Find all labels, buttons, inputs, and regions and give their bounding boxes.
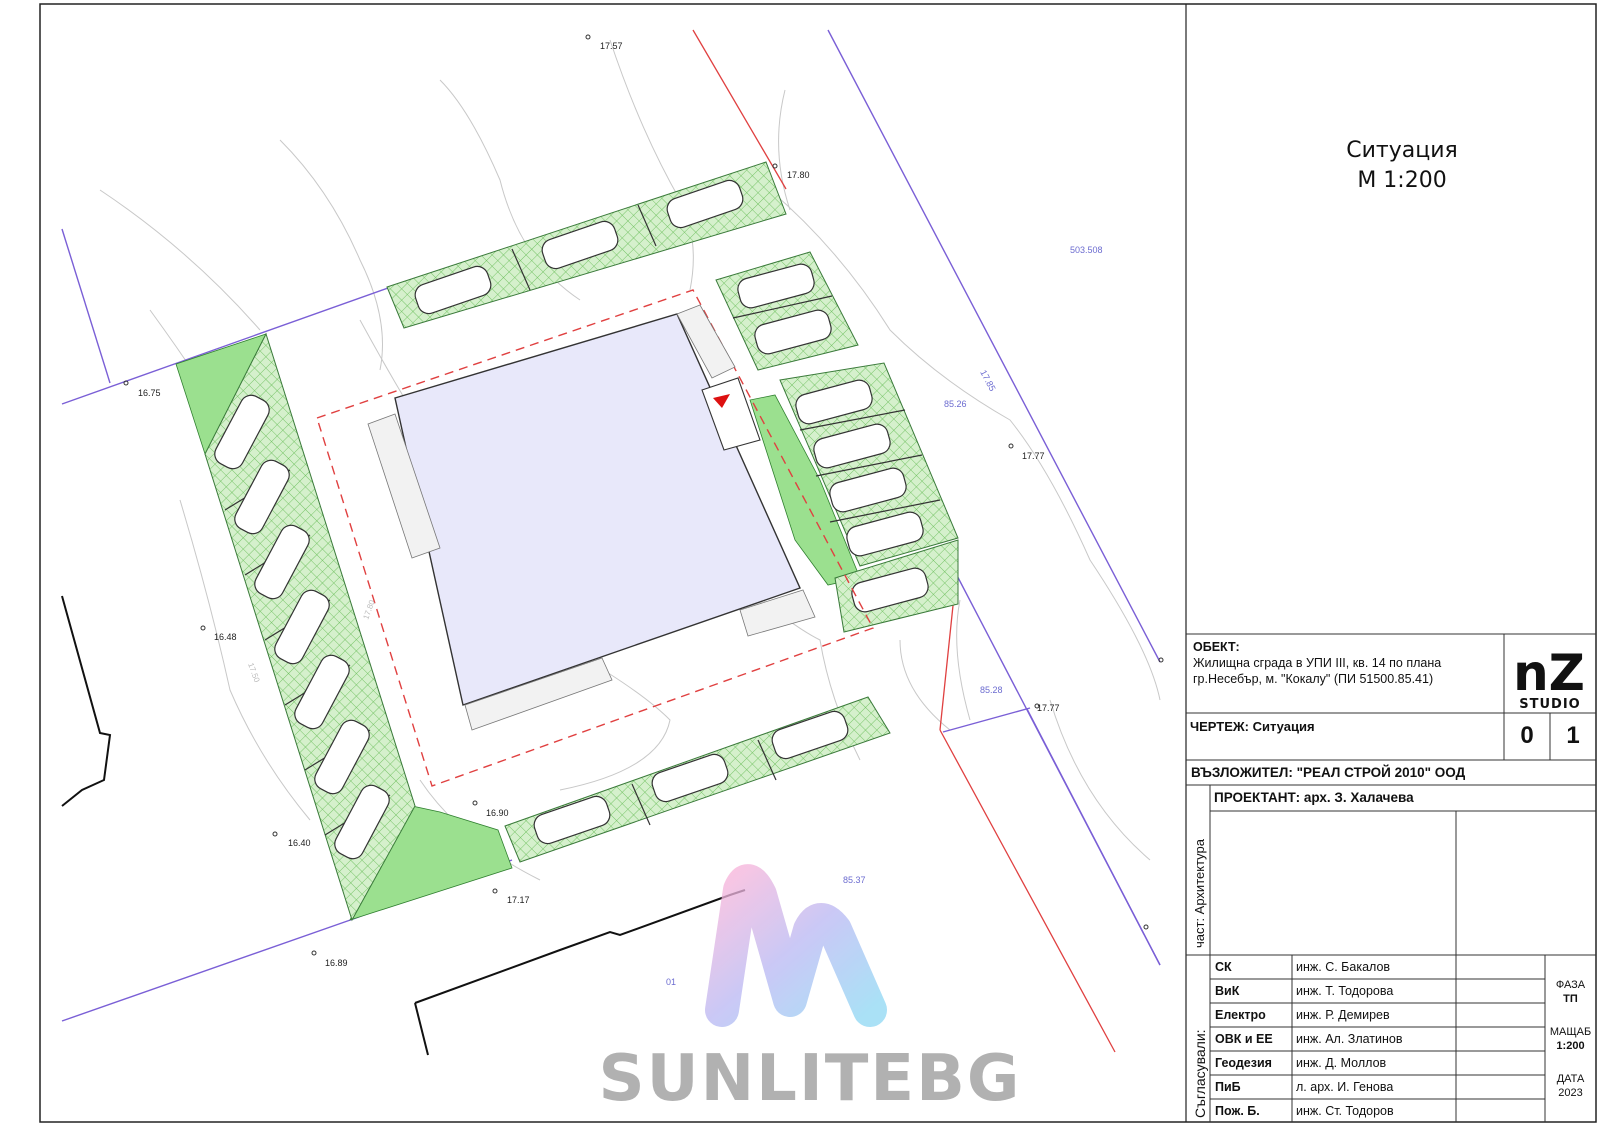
client: ВЪЗЛОЖИТЕЛ: "РЕАЛ СТРОЙ 2010" ООД — [1191, 765, 1466, 780]
scale-label: МАЩАБ — [1549, 1026, 1592, 1038]
approval-name: инж. Т. Тодорова — [1296, 984, 1394, 998]
contour-label: 17.80 — [361, 598, 376, 620]
approval-role: Електро — [1215, 1008, 1266, 1022]
cadastral-label: 85.28 — [980, 685, 1003, 695]
object-description-line1: Жилищна сграда в УПИ III, кв. 14 по план… — [1193, 656, 1442, 670]
elevation-text: 17.80 — [787, 170, 810, 180]
elevation-text: 16.48 — [214, 632, 237, 642]
approval-role: Пож. Б. — [1215, 1104, 1260, 1118]
watermark: SUNLITEBG — [599, 864, 1022, 1116]
approval-name: инж. Ст. Тодоров — [1296, 1104, 1394, 1118]
elevation-text: 17.57 — [600, 41, 623, 51]
date-label: ДАТА — [1556, 1073, 1585, 1085]
date-value: 2023 — [1558, 1087, 1583, 1099]
cadastral-label: 503.508 — [1070, 245, 1103, 255]
logo-text: nZ — [1513, 644, 1585, 702]
cadastral-label: 85.26 — [944, 399, 967, 409]
sheet-number-digit2: 1 — [1566, 722, 1580, 749]
approval-name: инж. Ал. Златинов — [1296, 1032, 1403, 1046]
part-label: част: Архитектура — [1192, 839, 1207, 948]
approval-name: инж. Р. Демирев — [1296, 1008, 1390, 1022]
cadastral-label: 01 — [666, 977, 676, 987]
phase-value: ТП — [1563, 993, 1578, 1005]
elevation-text: 16.90 — [486, 808, 509, 818]
logo-subtext: STUDIO — [1519, 697, 1580, 712]
scale-value: 1:200 — [1556, 1040, 1585, 1052]
approval-role: СК — [1215, 960, 1232, 974]
drawing-name: ЧЕРТЕЖ: Ситуация — [1190, 719, 1315, 734]
drawing-scale: М 1:200 — [1357, 168, 1447, 193]
building-footprint — [394, 313, 801, 706]
approval-role: ПиБ — [1215, 1080, 1241, 1094]
approval-role: ВиК — [1215, 984, 1240, 998]
object-description-line2: гр.Несебър, м. "Кокалу" (ПИ 51500.85.41) — [1193, 672, 1434, 686]
cadastral-label: 85.37 — [843, 875, 866, 885]
phase-label: ФАЗА — [1555, 979, 1586, 991]
elevation-text: 17.17 — [507, 895, 530, 905]
elevation-text: 17.77 — [1037, 703, 1060, 713]
approval-name: л. арх. И. Генова — [1296, 1080, 1394, 1094]
approval-role: Геодезия — [1215, 1056, 1272, 1070]
designer: ПРОЕКТАНТ: арх. З. Халачева — [1214, 790, 1414, 805]
approval-name: инж. Д. Моллов — [1296, 1056, 1387, 1070]
elevation-text: 17.77 — [1022, 451, 1045, 461]
agreed-label: Съгласували: — [1192, 1029, 1208, 1118]
elevation-text: 16.89 — [325, 958, 348, 968]
elevation-text: 16.75 — [138, 388, 161, 398]
studio-logo: nZ STUDIO — [1508, 638, 1592, 712]
object-label: ОБЕКТ: — [1193, 640, 1240, 654]
drawing-title: Ситуация — [1346, 138, 1458, 163]
watermark-logo-icon — [705, 864, 887, 1027]
contour-label: 17.50 — [246, 662, 261, 684]
elevation-text: 16.40 — [288, 838, 311, 848]
approval-role: ОВК и ЕЕ — [1215, 1032, 1273, 1046]
watermark-text: SUNLITEBG — [599, 1042, 1022, 1116]
sheet-number-digit1: 0 — [1520, 722, 1534, 749]
approval-name: инж. С. Бакалов — [1296, 960, 1391, 974]
cadastral-label: 17.85 — [978, 368, 997, 393]
